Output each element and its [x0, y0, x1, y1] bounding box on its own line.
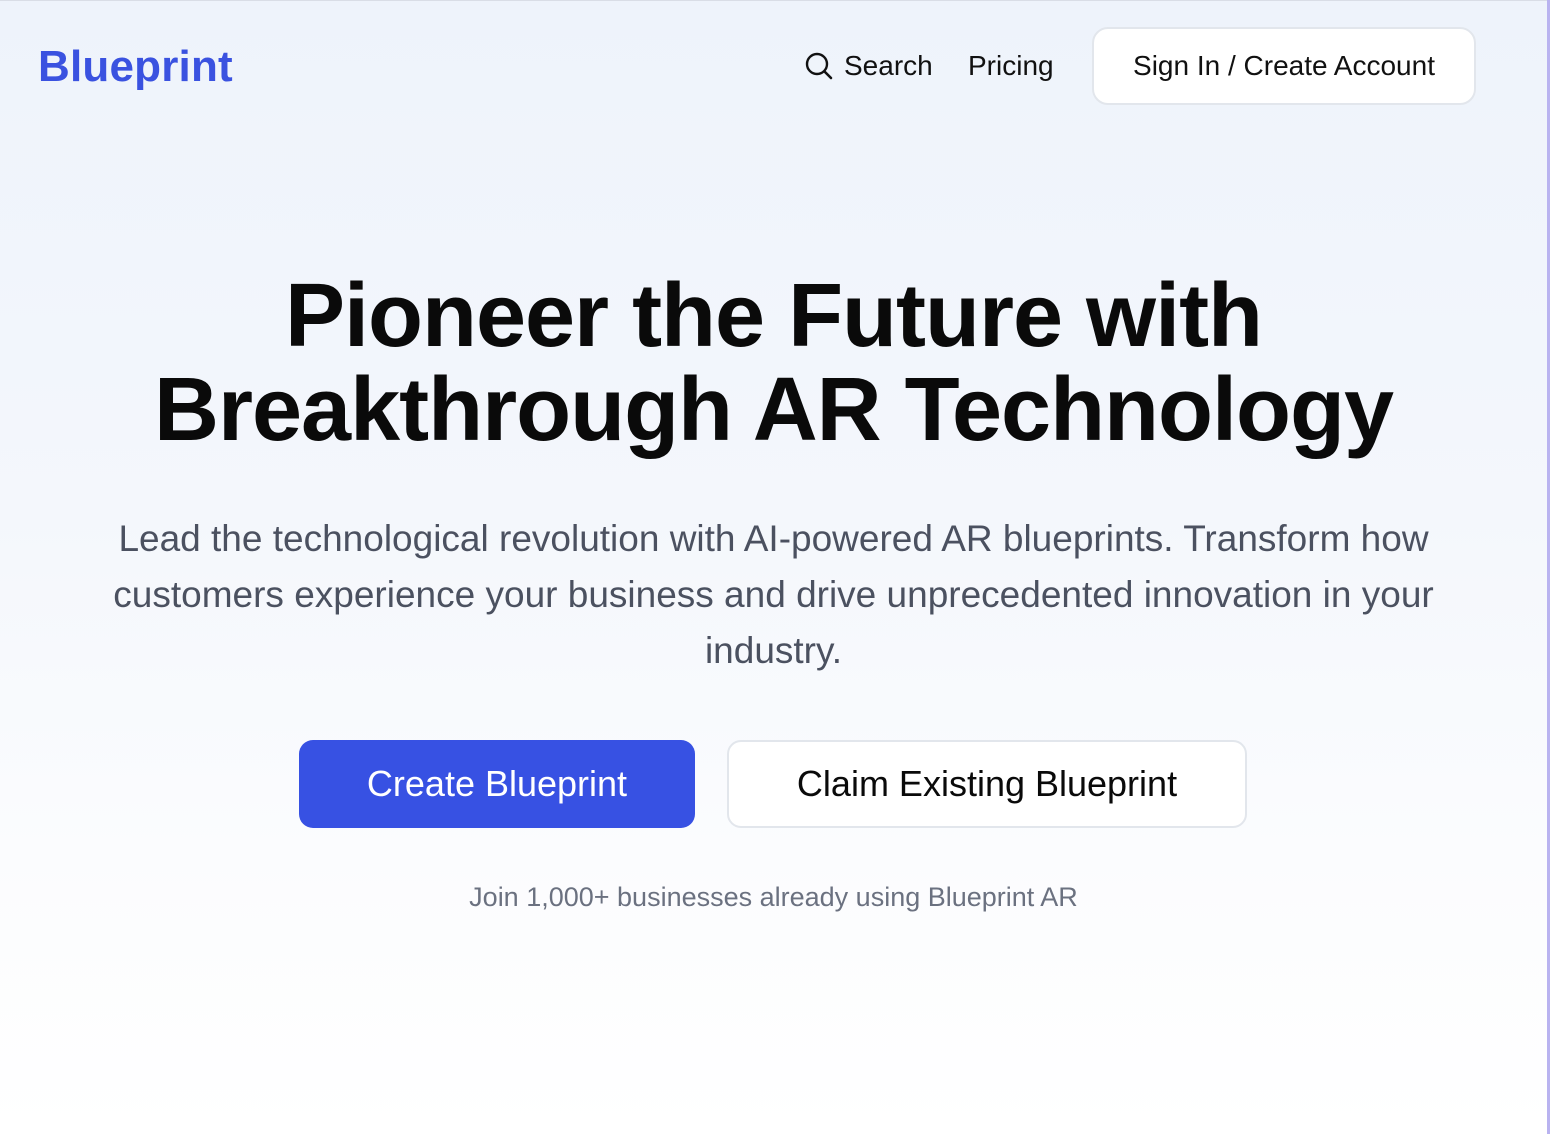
create-blueprint-button[interactable]: Create Blueprint: [299, 740, 695, 828]
hero-title: Pioneer the Future with Breakthrough AR …: [0, 269, 1547, 457]
nav-pricing-link[interactable]: Pricing: [968, 45, 1054, 87]
site-header: Blueprint Search Pricing Sign In / Creat…: [0, 1, 1547, 131]
hero-title-line-2: Breakthrough AR Technology: [153, 360, 1394, 460]
sign-in-create-account-button[interactable]: Sign In / Create Account: [1092, 27, 1476, 105]
brand-logo[interactable]: Blueprint: [38, 41, 233, 93]
nav-search-label: Search: [844, 50, 933, 81]
hero-subtitle: Lead the technological revolution with A…: [113, 518, 1434, 671]
claim-existing-blueprint-button[interactable]: Claim Existing Blueprint: [727, 740, 1247, 828]
search-icon: [804, 51, 834, 81]
hero-title-line-1: Pioneer the Future with: [284, 266, 1263, 366]
social-proof-text: Join 1,000+ businesses already using Blu…: [469, 882, 1078, 912]
landing-page: Blueprint Search Pricing Sign In / Creat…: [0, 0, 1547, 1134]
nav-search-link[interactable]: Search: [804, 45, 933, 87]
